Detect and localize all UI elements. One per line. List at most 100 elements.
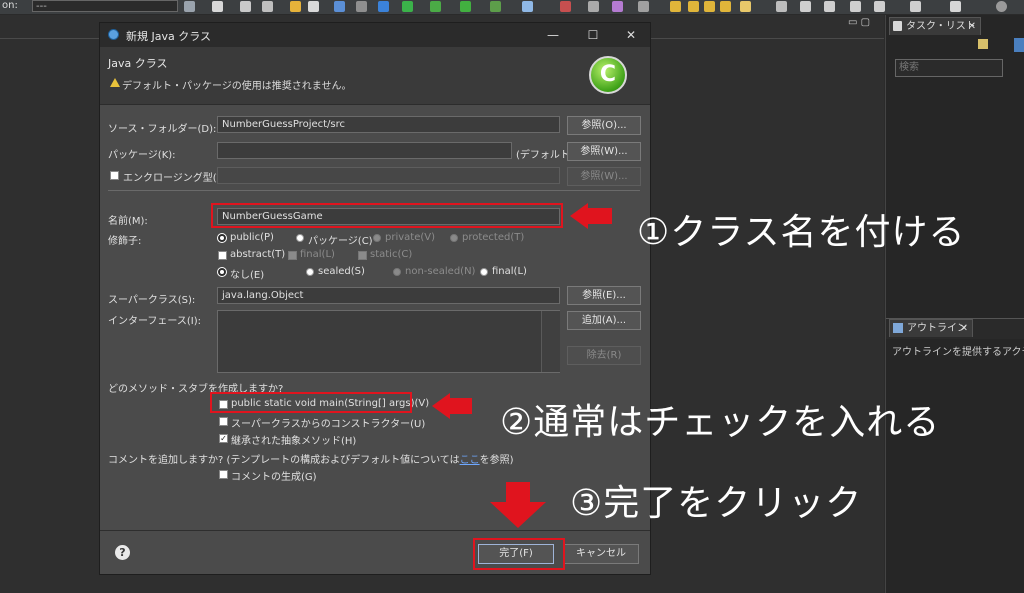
comments-question-prefix: コメントを追加しますか? (テンプレートの構成およびデフォルト値については [108,455,460,466]
final-sealing-label: final(L) [492,266,527,277]
toolbar-on-label: on: [2,0,18,11]
open-folder-icon[interactable] [688,1,699,12]
annotation-icon[interactable] [612,1,623,12]
browse-superclass-button[interactable]: 参照(E)... [567,286,641,305]
comments-link[interactable]: ここ [460,455,480,466]
default-package-hint: (デフォルト) [516,150,574,161]
inherited-methods-checkbox[interactable]: ✓ [219,434,228,443]
debug-run-icon[interactable] [430,1,441,12]
help-icon[interactable]: ? [115,545,130,560]
callout-finish: ③完了をクリック [570,483,863,524]
close-button[interactable]: ✕ [622,26,640,44]
eclipse-icon [108,29,119,40]
next-annotation-icon[interactable] [800,1,811,12]
prev-annotation-icon[interactable] [824,1,835,12]
footer-separator [100,530,650,531]
constructor-checkbox[interactable] [219,417,228,426]
cancel-button[interactable]: キャンセル [563,544,639,564]
close-icon[interactable]: ✕ [960,320,968,338]
abstract-checkbox[interactable] [218,251,227,260]
interfaces-list[interactable] [217,310,560,373]
non-sealed-radio[interactable] [393,268,401,276]
annotation-nav-icon[interactable] [776,1,787,12]
project-folder-icon[interactable] [704,1,715,12]
enclosing-type-label: エンクロージング型(Y): [123,173,231,184]
save-icon[interactable] [240,1,251,12]
undo-icon[interactable] [290,1,301,12]
arrow-left-icon [570,200,618,232]
package-radio[interactable] [296,234,304,242]
inherited-methods-label: 継承された抽象メソッド(H) [231,436,357,447]
enclosing-type-checkbox[interactable] [110,171,119,180]
protected-radio[interactable] [450,234,458,242]
browse-enclosing-button[interactable]: 参照(W)... [567,167,641,186]
private-label: private(V) [385,232,435,243]
new-file-icon[interactable] [212,1,223,12]
source-folder-icon[interactable] [720,1,731,12]
abstract-label: abstract(T) [230,249,286,260]
add-interface-button[interactable]: 追加(A)... [567,311,641,330]
callout-class-name: ①クラス名を付ける [637,212,966,253]
dialog-titlebar[interactable]: 新規 Java クラス — ☐ ✕ [100,23,650,47]
search-icon[interactable] [996,1,1007,12]
sealed-radio[interactable] [306,268,314,276]
search-icon[interactable] [356,1,367,12]
browse-source-button[interactable]: 参照(O)... [567,116,641,135]
arrow-down-icon [488,482,548,530]
remove-interface-button[interactable]: 除去(R) [567,346,641,365]
folder-icon[interactable] [670,1,681,12]
wizard-title: Java クラス [108,57,168,70]
class-icon[interactable] [588,1,599,12]
final-checkbox[interactable] [288,251,297,260]
maximize-button[interactable]: ☐ [584,26,602,44]
open-type-icon[interactable] [638,1,649,12]
interfaces-label: インターフェース(I): [108,316,202,327]
package-field[interactable] [217,142,512,159]
none-radio[interactable] [217,267,227,277]
back-icon[interactable] [850,1,861,12]
static-checkbox[interactable] [358,251,367,260]
forward-icon[interactable] [874,1,885,12]
callout-main-method: ②通常はチェックを入れる [500,402,941,443]
final-sealing-radio[interactable] [480,268,488,276]
pen-icon[interactable] [740,1,751,12]
gear-icon[interactable] [184,1,195,12]
enclosing-type-field[interactable] [217,167,560,184]
debug-icon[interactable] [378,1,389,12]
package-icon[interactable] [560,1,571,12]
ide-toolbar: on: --- [0,0,1024,15]
none-label: なし(E) [230,270,265,281]
perspective-icon[interactable] [950,1,961,12]
warning-icon [110,78,120,87]
interfaces-scrollbar[interactable] [541,311,560,372]
package-modifier-label: パッケージ(C) [308,236,373,247]
constructor-label: スーパークラスからのコンストラクター(U) [231,419,426,430]
coverage-icon[interactable] [402,1,413,12]
toggle-icon[interactable] [334,1,345,12]
task-list-icon [893,21,902,31]
generate-comments-checkbox[interactable] [219,470,228,479]
new-task-icon[interactable] [978,39,988,49]
separator [108,190,640,191]
task-search-input[interactable]: 検索 [895,59,1003,77]
non-sealed-label: non-sealed(N) [405,266,476,277]
external-tools-icon[interactable] [490,1,501,12]
toolbar-combo[interactable]: --- [32,0,178,12]
minimize-button[interactable]: — [544,26,562,44]
source-folder-field[interactable]: NumberGuessProject/src [217,116,560,133]
private-radio[interactable] [373,234,381,242]
new-java-project-icon[interactable] [522,1,533,12]
close-icon[interactable]: ✕ [968,18,976,36]
print-icon[interactable] [262,1,273,12]
run-icon[interactable] [460,1,471,12]
redo-icon[interactable] [308,1,319,12]
wizard-banner: Java クラス デフォルト・パッケージの使用は推奨されません。 C [100,47,650,105]
pin-icon[interactable] [910,1,921,12]
tab-task-list[interactable]: タスク・リスト ✕ [889,17,981,35]
browse-package-button[interactable]: 参照(W)... [567,142,641,161]
panel-controls[interactable]: ▭ ▢ [848,17,870,28]
modifiers-label: 修飾子: [108,236,142,247]
view-menu-icon[interactable] [1014,38,1024,52]
superclass-field[interactable]: java.lang.Object [217,287,560,304]
public-radio[interactable] [217,233,227,243]
